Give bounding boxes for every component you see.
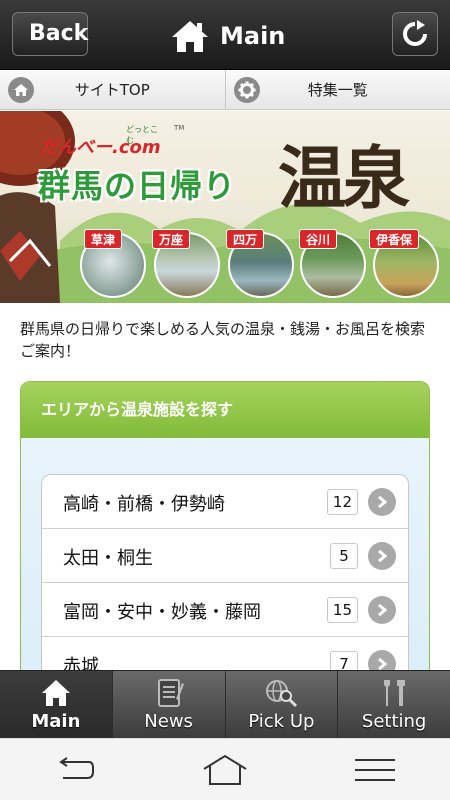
brand-small: どっとこむ — [126, 125, 158, 145]
count-badge: 15 — [326, 597, 358, 623]
area-tag-manza[interactable]: 万座 — [152, 229, 191, 249]
area-name: 富岡・安中・妙義・藤岡 — [63, 602, 261, 623]
notepad-icon — [157, 679, 184, 707]
banner-title-onsen: 温泉 — [278, 139, 410, 219]
back-label: Back — [29, 21, 89, 46]
system-navigation-bar — [0, 738, 450, 800]
chevron-right-icon — [368, 542, 396, 570]
sub-navigation: サイトTOP 特集一覧 — [0, 70, 450, 110]
list-item[interactable]: 太田・桐生 5 — [42, 529, 408, 583]
refresh-button[interactable] — [392, 12, 438, 56]
refresh-icon — [403, 20, 427, 46]
system-menu-button[interactable] — [345, 748, 405, 792]
area-name: 太田・桐生 — [63, 548, 153, 569]
brand-logo: だんべー.com どっとこむ TM — [40, 124, 184, 159]
area-tag-ikaho[interactable]: 伊香保 — [369, 229, 420, 249]
gear-icon — [233, 77, 260, 103]
tab-label: Pick Up — [248, 711, 315, 732]
area-tag-kusatsu[interactable]: 草津 — [84, 229, 123, 249]
tab-main[interactable]: Main — [0, 671, 113, 738]
back-arrow-icon — [59, 756, 94, 779]
tab-setting[interactable]: Setting — [338, 671, 450, 738]
home-icon — [8, 77, 34, 103]
globe-search-icon — [266, 680, 298, 708]
tab-label: Main — [31, 711, 81, 732]
bottom-tab-bar: Main News Pick Up Setting — [0, 670, 450, 738]
home-icon — [41, 680, 70, 706]
app-screen: Back Main サイトTOP 特集一覧 だんべー.com どっとこむ TM … — [0, 0, 450, 800]
count-badge: 5 — [330, 543, 358, 569]
area-tag-shima[interactable]: 四万 — [226, 229, 265, 249]
tab-label: News — [144, 711, 193, 732]
chevron-right-icon — [368, 596, 396, 624]
tools-icon — [384, 680, 406, 706]
area-name: 高崎・前橋・伊勢崎 — [63, 494, 225, 515]
panel-heading: エリアから温泉施設を探す — [21, 382, 429, 438]
intro-text: 群馬県の日帰りで楽しめる人気の温泉・銭湯・お風呂を検索ご案内！ — [20, 320, 426, 360]
area-search-panel: エリアから温泉施設を探す 高崎・前橋・伊勢崎 12 太田・桐生 5 富岡・安中・… — [20, 381, 430, 681]
count-badge: 12 — [326, 489, 358, 515]
page-title: Main — [220, 22, 286, 50]
list-item[interactable]: 高崎・前橋・伊勢崎 12 — [42, 475, 408, 529]
tab-label: Setting — [361, 711, 427, 732]
area-tag-tanigawa[interactable]: 谷川 — [299, 229, 338, 249]
home-outline-icon — [203, 754, 247, 785]
back-button[interactable]: Back — [12, 12, 88, 56]
banner-title: 群馬の日帰り — [38, 167, 237, 205]
subnav-feature-list[interactable]: 特集一覧 — [226, 70, 450, 109]
tab-pick-up[interactable]: Pick Up — [226, 671, 339, 738]
brand-tm: TM — [174, 124, 185, 132]
tab-news[interactable]: News — [113, 671, 226, 738]
system-home-button[interactable] — [195, 748, 255, 792]
area-list: 高崎・前橋・伊勢崎 12 太田・桐生 5 富岡・安中・妙義・藤岡 15 赤城 7 — [41, 474, 409, 680]
header-bar: Back Main — [0, 0, 450, 70]
list-item[interactable]: 富岡・安中・妙義・藤岡 15 — [42, 583, 408, 637]
subnav-site-top[interactable]: サイトTOP — [0, 70, 226, 109]
chevron-right-icon — [368, 488, 396, 516]
page-title-group: Main — [170, 16, 285, 56]
system-back-button[interactable] — [45, 748, 105, 792]
home-icon — [172, 21, 208, 52]
menu-icon — [355, 758, 395, 781]
